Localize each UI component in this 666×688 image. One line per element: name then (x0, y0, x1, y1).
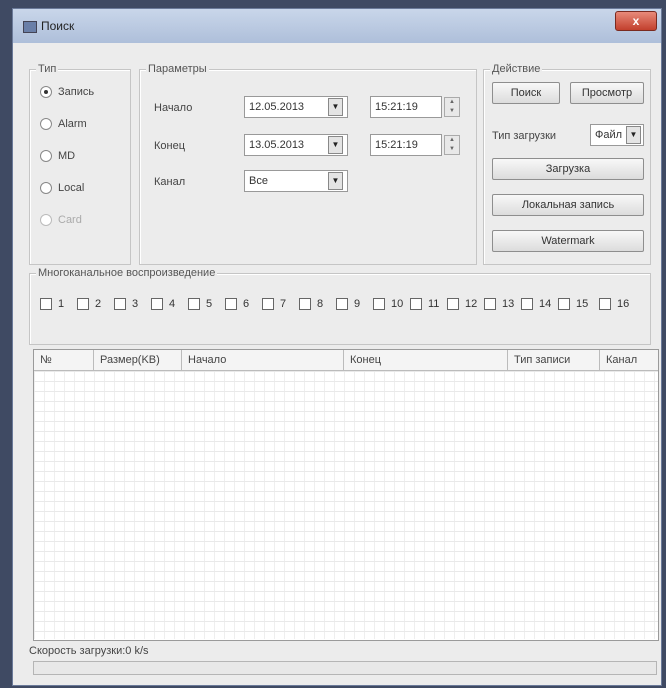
download-type-label: Тип загрузки (492, 130, 557, 142)
channel-checkbox[interactable]: 15 (558, 296, 588, 312)
params-group: Параметры Начало 12.05.2013 ▼ 15:21:19 ▲… (139, 63, 477, 265)
close-button[interactable]: x (615, 11, 657, 31)
type-legend: Тип (36, 63, 59, 75)
checkbox-icon[interactable] (599, 298, 611, 310)
channel-checkbox[interactable]: 7 (262, 296, 286, 312)
chevron-down-icon[interactable]: ▼ (328, 98, 343, 116)
multichannel-legend: Многоканальное воспроизведение (36, 267, 218, 279)
checkbox-icon[interactable] (447, 298, 459, 310)
channel-checkbox[interactable]: 4 (151, 296, 175, 312)
channel-checkbox[interactable]: 8 (299, 296, 323, 312)
radio-icon (40, 182, 52, 194)
local-record-button[interactable]: Локальная запись (492, 194, 644, 216)
arrow-down-icon[interactable]: ▼ (445, 145, 459, 154)
actions-group: Действие Поиск Просмотр Тип загрузки Фай… (483, 63, 651, 265)
radio-alarm[interactable]: Alarm (40, 116, 87, 132)
radio-md[interactable]: MD (40, 148, 75, 164)
checkbox-icon[interactable] (521, 298, 533, 310)
checkbox-icon[interactable] (373, 298, 385, 310)
start-label: Начало (154, 102, 193, 114)
radio-label: Local (58, 182, 85, 194)
chevron-down-icon[interactable]: ▼ (328, 136, 343, 154)
column-header-number[interactable]: № (34, 350, 94, 370)
table-body[interactable] (34, 371, 658, 639)
channel-checkbox[interactable]: 11 (410, 296, 439, 312)
download-progress-bar (33, 661, 657, 675)
checkbox-icon[interactable] (151, 298, 163, 310)
checkbox-icon[interactable] (299, 298, 311, 310)
search-window: Поиск x Тип Запись Alarm MD Local Card П… (12, 8, 662, 686)
channel-checkbox[interactable]: 1 (40, 296, 64, 312)
chevron-down-icon[interactable]: ▼ (626, 126, 641, 144)
column-header-start[interactable]: Начало (182, 350, 344, 370)
channel-checkbox[interactable]: 6 (225, 296, 249, 312)
channel-checkbox[interactable]: 14 (521, 296, 551, 312)
window-title: Поиск (41, 19, 75, 33)
channel-checkbox[interactable]: 5 (188, 296, 212, 312)
column-header-record-type[interactable]: Тип записи (508, 350, 600, 370)
watermark-button[interactable]: Watermark (492, 230, 644, 252)
start-time-spinner[interactable]: ▲ ▼ (444, 97, 460, 117)
type-group: Тип Запись Alarm MD Local Card (29, 63, 131, 265)
channel-checkbox[interactable]: 13 (484, 296, 514, 312)
radio-selected-icon (40, 86, 52, 98)
checkbox-icon[interactable] (188, 298, 200, 310)
arrow-up-icon[interactable]: ▲ (445, 136, 459, 145)
radio-icon (40, 118, 52, 130)
channel-checkbox[interactable]: 3 (114, 296, 138, 312)
checkbox-icon[interactable] (484, 298, 496, 310)
checkbox-icon[interactable] (336, 298, 348, 310)
end-time-field[interactable]: 15:21:19 (370, 134, 442, 156)
params-legend: Параметры (146, 63, 209, 75)
view-button[interactable]: Просмотр (570, 82, 644, 104)
arrow-down-icon[interactable]: ▼ (445, 107, 459, 116)
checkbox-icon[interactable] (558, 298, 570, 310)
radio-label: Alarm (58, 118, 87, 130)
channel-checkbox[interactable]: 10 (373, 296, 403, 312)
start-time-field[interactable]: 15:21:19 (370, 96, 442, 118)
checkbox-icon[interactable] (225, 298, 237, 310)
channel-checkbox[interactable]: 2 (77, 296, 101, 312)
radio-label: Запись (58, 86, 95, 98)
actions-legend: Действие (490, 63, 543, 75)
table-header: № Размер(KB) Начало Конец Тип записи Кан… (34, 350, 658, 371)
channel-checkbox[interactable]: 16 (599, 296, 629, 312)
end-time-spinner[interactable]: ▲ ▼ (444, 135, 460, 155)
checkbox-icon[interactable] (410, 298, 422, 310)
checkbox-icon[interactable] (40, 298, 52, 310)
column-header-end[interactable]: Конец (344, 350, 508, 370)
radio-card: Card (40, 212, 82, 228)
checkbox-icon[interactable] (77, 298, 89, 310)
radio-local[interactable]: Local (40, 180, 84, 196)
checkbox-icon[interactable] (262, 298, 274, 310)
multichannel-group: Многоканальное воспроизведение 1 2 3 4 5… (29, 267, 651, 345)
results-table[interactable]: № Размер(KB) Начало Конец Тип записи Кан… (33, 349, 659, 641)
radio-label: MD (58, 150, 76, 162)
end-label: Конец (154, 140, 186, 152)
radio-label: Card (58, 214, 82, 226)
download-speed-label: Скорость загрузки:0 k/s (29, 645, 149, 657)
arrow-up-icon[interactable]: ▲ (445, 98, 459, 107)
window-icon (23, 21, 37, 33)
radio-icon (40, 214, 52, 226)
channel-label: Канал (154, 176, 186, 188)
channel-checkbox[interactable]: 12 (447, 296, 477, 312)
column-header-size[interactable]: Размер(KB) (94, 350, 182, 370)
chevron-down-icon[interactable]: ▼ (328, 172, 343, 190)
download-button[interactable]: Загрузка (492, 158, 644, 180)
title-bar: Поиск x (13, 9, 661, 43)
checkbox-icon[interactable] (114, 298, 126, 310)
radio-zapis[interactable]: Запись (40, 84, 94, 100)
column-header-channel[interactable]: Канал (600, 350, 658, 370)
search-button[interactable]: Поиск (492, 82, 560, 104)
channel-checkbox[interactable]: 9 (336, 296, 360, 312)
radio-icon (40, 150, 52, 162)
